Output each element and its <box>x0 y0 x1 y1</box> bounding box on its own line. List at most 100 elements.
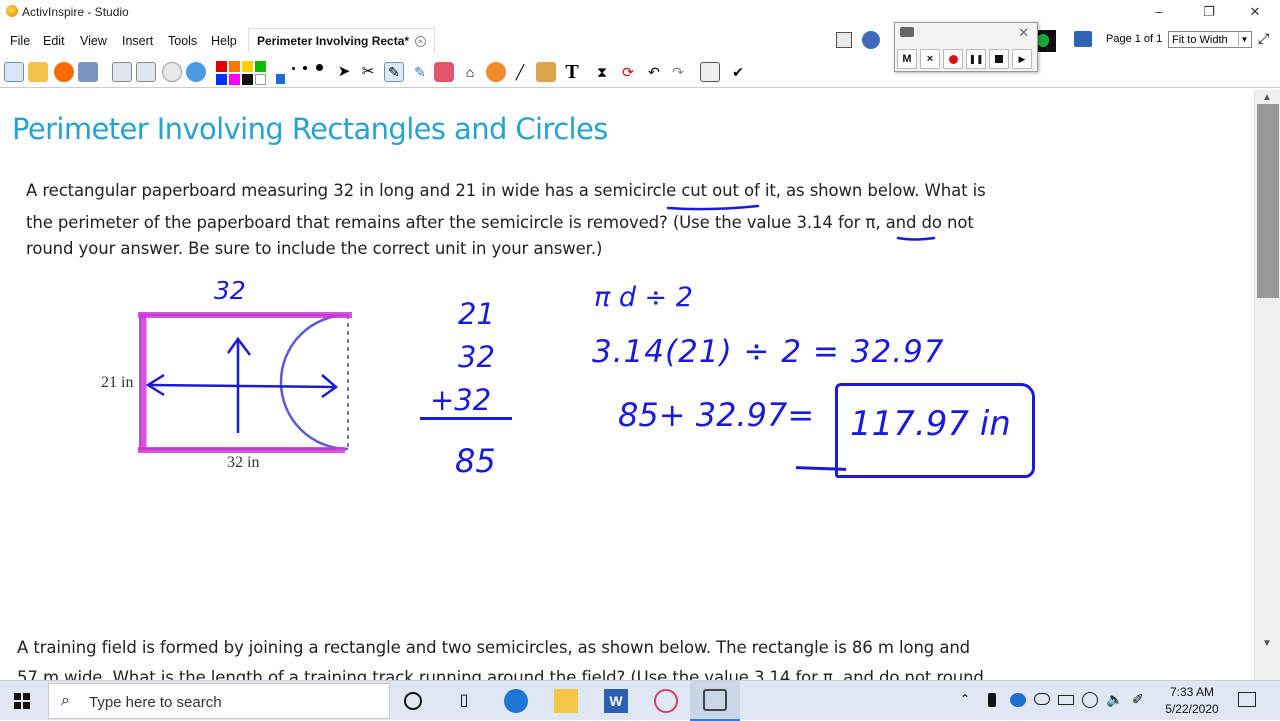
activinspire-taskbar-button[interactable] <box>690 681 740 721</box>
undo-icon[interactable]: ↶ <box>644 62 664 82</box>
clear-icon[interactable]: ⧗ <box>592 62 612 82</box>
usb-icon[interactable] <box>988 693 996 707</box>
file-explorer-icon[interactable] <box>554 689 578 713</box>
vertical-scrollbar[interactable]: ▲ ▼ <box>1254 90 1280 680</box>
scroll-up-icon[interactable]: ▲ <box>1262 92 1272 103</box>
shape-icon[interactable] <box>486 62 506 82</box>
zoom-select[interactable]: Fit to Width ▼ <box>1168 31 1252 48</box>
window-title: ActivInspire - Studio <box>22 5 129 19</box>
color-swatch[interactable] <box>255 74 266 85</box>
restore-button[interactable]: ❐ <box>1186 2 1232 22</box>
cloud-icon[interactable] <box>1010 693 1026 707</box>
semicircle-arc <box>279 313 349 451</box>
notifications-icon[interactable] <box>1238 692 1256 707</box>
pen-icon[interactable]: ✎ <box>384 62 404 82</box>
magic-ink-icon[interactable]: ⌂ <box>460 62 480 82</box>
select-icon[interactable]: ➤ <box>334 62 354 82</box>
pen-width-medium-icon[interactable] <box>303 66 307 70</box>
redo-icon[interactable]: ↷ <box>668 62 688 82</box>
onedrive-icon[interactable] <box>1034 693 1050 705</box>
cortana-icon[interactable] <box>404 692 422 710</box>
pen-width-large-icon[interactable] <box>316 64 323 71</box>
battery-icon[interactable] <box>1058 695 1074 705</box>
pen-tray-icon[interactable]: ✐ <box>1132 691 1144 708</box>
flipchart-canvas[interactable]: Perimeter Involving Rectangles and Circl… <box>0 90 1254 680</box>
color-swatch[interactable] <box>242 74 253 85</box>
connector-icon[interactable]: ╱ <box>510 62 530 82</box>
color-swatch[interactable] <box>216 61 227 72</box>
page-browser-icon[interactable] <box>836 32 852 48</box>
web-icon[interactable] <box>186 62 206 82</box>
green-status-icon <box>1037 34 1049 47</box>
word-icon[interactable]: W <box>604 689 628 713</box>
search-placeholder: Type here to search <box>89 694 222 711</box>
current-color-icon[interactable] <box>276 74 285 84</box>
menu-edit[interactable]: Edit <box>43 34 65 48</box>
title-bar: ActivInspire - Studio – ❐ ✕ <box>0 0 1280 24</box>
sum-line-3: +32 <box>430 383 492 417</box>
handwritten-top-label: 32 <box>214 276 246 305</box>
customize-icon[interactable]: ✔ <box>728 62 748 82</box>
user-icon[interactable] <box>862 31 880 49</box>
color-swatch[interactable] <box>229 74 240 85</box>
menu-insert[interactable]: Insert <box>122 34 153 48</box>
menu-file[interactable]: File <box>10 34 30 48</box>
windows-start-icon[interactable] <box>14 693 30 709</box>
network-icon[interactable] <box>1082 692 1098 708</box>
tool-switch-icon[interactable] <box>54 62 74 82</box>
pi-value-underline <box>896 236 936 241</box>
answer: 117.97 in <box>850 404 1011 444</box>
text-tool-icon[interactable]: T <box>562 62 582 82</box>
main-toolbar: ➤ ✂ ✎ ✎ ⌂ ╱ T ⧗ ⟳ ↶ ↷ ✔ <box>0 58 1280 88</box>
activinspire-logo-icon <box>6 5 18 17</box>
highlighter-icon[interactable]: ✎ <box>410 62 430 82</box>
fullscreen-icon[interactable]: ⤢ <box>1258 30 1269 47</box>
snowflake-icon[interactable] <box>1074 31 1092 47</box>
menu-view[interactable]: View <box>80 34 107 48</box>
diameter-arrow <box>147 383 337 389</box>
zoom-value: Fit to Width <box>1172 34 1228 46</box>
browser-icon[interactable] <box>28 62 48 82</box>
color-swatch[interactable] <box>255 61 266 72</box>
video-camera-icon <box>900 27 914 37</box>
tray-expand-icon[interactable]: ⌃ <box>960 692 970 706</box>
calculation: 3.14(21) ÷ 2 = 32.97 <box>592 334 945 370</box>
scroll-thumb[interactable] <box>1257 104 1279 298</box>
sum-line-1: 21 <box>458 297 495 331</box>
pen-width-small-icon[interactable] <box>292 67 295 70</box>
color-swatch[interactable] <box>229 61 240 72</box>
tools-icon[interactable]: ✂ <box>358 62 378 82</box>
windows-taskbar: ⌕ Type here to search ▯ W ⌃ 🔈 ✐ 7:33 AM … <box>0 680 1280 721</box>
page-sorter-icon[interactable] <box>700 62 720 82</box>
edge-icon[interactable] <box>504 689 528 713</box>
eraser-icon[interactable] <box>434 62 454 82</box>
answer-box: 117.97 in <box>835 383 1035 478</box>
sum-line-2: 32 <box>458 340 495 374</box>
activinspire-app-icon <box>703 689 727 711</box>
clock[interactable]: 7:33 AM 5/22/2020 <box>1160 684 1224 718</box>
menu-help[interactable]: Help <box>211 34 237 48</box>
tab-document[interactable]: Perimeter Involving Recta* × <box>248 28 436 52</box>
scroll-down-icon[interactable]: ▼ <box>1262 638 1272 649</box>
color-swatch[interactable] <box>242 61 253 72</box>
previous-page-icon[interactable] <box>112 62 132 82</box>
search-icon: ⌕ <box>61 692 70 709</box>
recorder-close-icon[interactable]: ✕ <box>1018 25 1029 41</box>
minimize-button[interactable]: – <box>1136 2 1182 22</box>
clock-date: 5/22/2020 <box>1165 702 1219 716</box>
volume-icon[interactable]: 🔈 <box>1106 691 1123 708</box>
desktop-icon[interactable] <box>162 62 182 82</box>
snip-icon[interactable] <box>654 689 678 713</box>
next-page-icon[interactable] <box>136 62 156 82</box>
fill-icon[interactable] <box>536 62 556 82</box>
task-view-icon[interactable]: ▯ <box>452 689 476 713</box>
taskbar-search[interactable]: ⌕ Type here to search <box>48 683 390 719</box>
color-swatch[interactable] <box>216 74 227 85</box>
menu-tools[interactable]: Tools <box>168 34 197 48</box>
main-menu-icon[interactable] <box>4 62 24 82</box>
reset-page-icon[interactable]: ⟳ <box>618 62 638 82</box>
close-button[interactable]: ✕ <box>1232 2 1278 22</box>
tab-close-icon[interactable]: × <box>415 36 427 48</box>
sum-result: 85 <box>455 442 496 480</box>
reset-icon[interactable] <box>78 62 98 82</box>
